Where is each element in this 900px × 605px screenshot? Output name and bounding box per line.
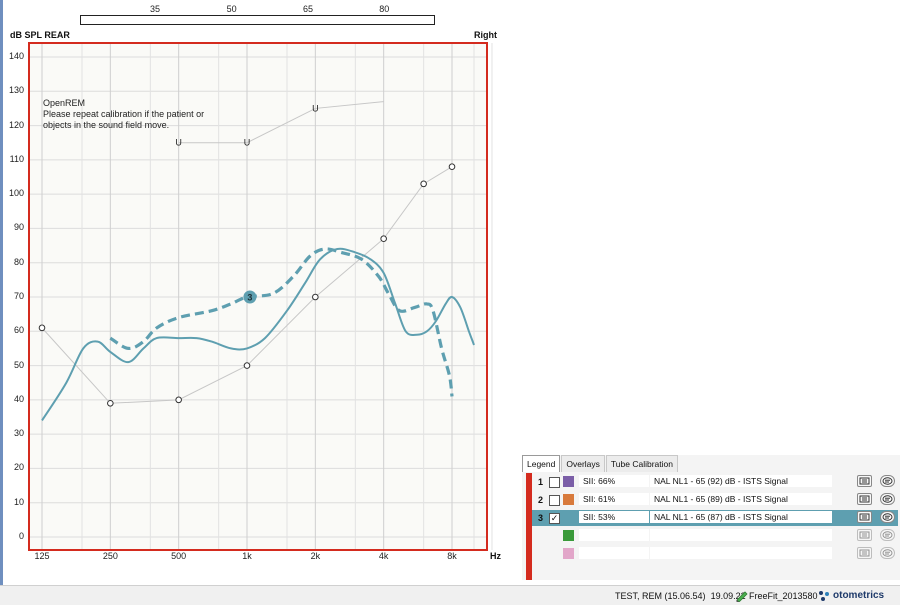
x-tick-label: 8k bbox=[447, 551, 457, 561]
threshold-point bbox=[175, 396, 182, 404]
y-tick-label: 90 bbox=[13, 222, 24, 233]
legend-comment-icon[interactable] bbox=[880, 511, 895, 523]
x-tick-label: 2k bbox=[310, 551, 321, 561]
y-tick-label: 110 bbox=[9, 153, 24, 164]
legend-description: NAL NL1 - 65 (87) dB - ISTS Signal bbox=[650, 511, 832, 523]
legend-comment-icon[interactable] bbox=[880, 547, 895, 559]
y-tick-label: 50 bbox=[13, 359, 24, 370]
ucl-point: U bbox=[312, 103, 319, 113]
legend-color-swatch[interactable] bbox=[563, 512, 574, 523]
legend-sii-value: SII: 61% bbox=[579, 493, 649, 505]
legend-comment-icon[interactable] bbox=[880, 475, 895, 487]
legend-color-swatch[interactable] bbox=[563, 548, 574, 559]
y-tick-label: 60 bbox=[13, 325, 24, 336]
legend-description bbox=[650, 529, 832, 541]
target-marker-label: 3 bbox=[247, 293, 252, 303]
otometrics-logo-icon bbox=[819, 591, 829, 601]
legend-row-checkbox[interactable] bbox=[549, 495, 560, 506]
legend-row-number: 2 bbox=[538, 495, 544, 505]
y-tick-label: 0 bbox=[18, 531, 24, 541]
legend-row-number: 3 bbox=[538, 513, 544, 523]
legend-row[interactable] bbox=[532, 528, 898, 544]
legend-panel: Legend Overlays Tube Calibration 1 SII: 6… bbox=[522, 455, 900, 580]
tab-legend[interactable]: Legend bbox=[522, 455, 561, 472]
legend-color-swatch[interactable] bbox=[563, 476, 574, 487]
legend-row-number: 1 bbox=[538, 477, 544, 487]
y-tick-label: 70 bbox=[13, 291, 24, 301]
legend-sii-value: SII: 53% bbox=[579, 511, 649, 523]
legend-row[interactable]: 3 ✓ SII: 53% NAL NL1 - 65 (87) dB - ISTS Si… bbox=[532, 510, 898, 526]
legend-tabs: Legend Overlays Tube Calibration bbox=[522, 455, 679, 472]
legend-description: NAL NL1 - 65 (92) dB - ISTS Signal bbox=[650, 475, 832, 487]
threshold-point bbox=[38, 324, 46, 332]
ucl-point: U bbox=[175, 138, 182, 148]
legend-sii-value: SII: 66% bbox=[579, 475, 649, 487]
legend-details-icon[interactable] bbox=[857, 529, 872, 541]
legend-description bbox=[650, 547, 832, 559]
threshold-point bbox=[243, 362, 251, 369]
note-line: objects in the sound field move. bbox=[43, 120, 170, 130]
note-line: Please repeat calibration if the patient… bbox=[43, 109, 205, 119]
x-tick-label: 4k bbox=[378, 551, 389, 561]
y-tick-label: 40 bbox=[13, 393, 24, 404]
threshold-point bbox=[448, 163, 456, 171]
threshold-point bbox=[420, 180, 427, 188]
legend-color-swatch[interactable] bbox=[563, 530, 574, 541]
y-tick-label: 80 bbox=[13, 256, 24, 267]
y-tick-label: 100 bbox=[8, 188, 24, 199]
tab-tube-calibration[interactable]: Tube Calibration bbox=[605, 455, 678, 472]
session-label: TEST, REM (15.06.54) bbox=[615, 591, 706, 601]
y-tick-label: 130 bbox=[8, 85, 24, 96]
legend-description: NAL NL1 - 65 (89) dB - ISTS Signal bbox=[650, 493, 832, 505]
ucl-point: U bbox=[244, 138, 251, 148]
note-line: OpenREM bbox=[43, 98, 86, 108]
legend-row[interactable]: 2 SII: 61% NAL NL1 - 65 (89) dB - ISTS Sig… bbox=[532, 492, 898, 508]
legend-comment-icon[interactable] bbox=[880, 493, 895, 505]
x-tick-label: 500 bbox=[171, 551, 187, 561]
legend-sii-value bbox=[579, 529, 649, 541]
legend-row[interactable]: 1 SII: 66% NAL NL1 - 65 (92) dB - ISTS Sig… bbox=[532, 474, 898, 490]
threshold-point bbox=[380, 235, 387, 243]
x-axis-unit: Hz bbox=[490, 551, 501, 561]
threshold-point bbox=[107, 399, 114, 407]
device-id: FreeFit_2013580 bbox=[749, 591, 818, 601]
calibration-note: OpenREM Please repeat calibration if the… bbox=[43, 98, 204, 131]
threshold-point bbox=[312, 293, 319, 301]
x-tick-label: 250 bbox=[102, 551, 118, 561]
y-tick-label: 30 bbox=[13, 428, 24, 439]
tab-overlays[interactable]: Overlays bbox=[561, 455, 605, 472]
legend-comment-icon[interactable] bbox=[880, 529, 895, 541]
legend-row[interactable] bbox=[532, 546, 898, 562]
x-tick-label: 1k bbox=[242, 551, 252, 561]
legend-sii-value bbox=[579, 547, 649, 559]
legend-details-icon[interactable] bbox=[857, 511, 872, 523]
status-bar: TEST, REM (15.06.54) 19.09.22 FreeFit_20… bbox=[0, 585, 900, 605]
x-tick-label: 125 bbox=[34, 551, 50, 561]
device-pen-icon bbox=[736, 591, 748, 602]
legend-details-icon[interactable] bbox=[857, 547, 872, 559]
legend-row-checkbox[interactable] bbox=[549, 477, 560, 488]
y-tick-label: 10 bbox=[13, 496, 24, 507]
legend-details-icon[interactable] bbox=[857, 475, 872, 487]
status-session: TEST, REM (15.06.54) 19.09.22 bbox=[615, 591, 746, 601]
y-tick-label: 120 bbox=[8, 119, 24, 130]
y-tick-label: 20 bbox=[13, 462, 24, 473]
legend-row-checkbox[interactable]: ✓ bbox=[549, 513, 560, 524]
y-tick-label: 140 bbox=[8, 51, 24, 61]
legend-color-swatch[interactable] bbox=[563, 494, 574, 505]
legend-details-icon[interactable] bbox=[857, 493, 872, 505]
brand-name: otometrics bbox=[833, 590, 885, 601]
